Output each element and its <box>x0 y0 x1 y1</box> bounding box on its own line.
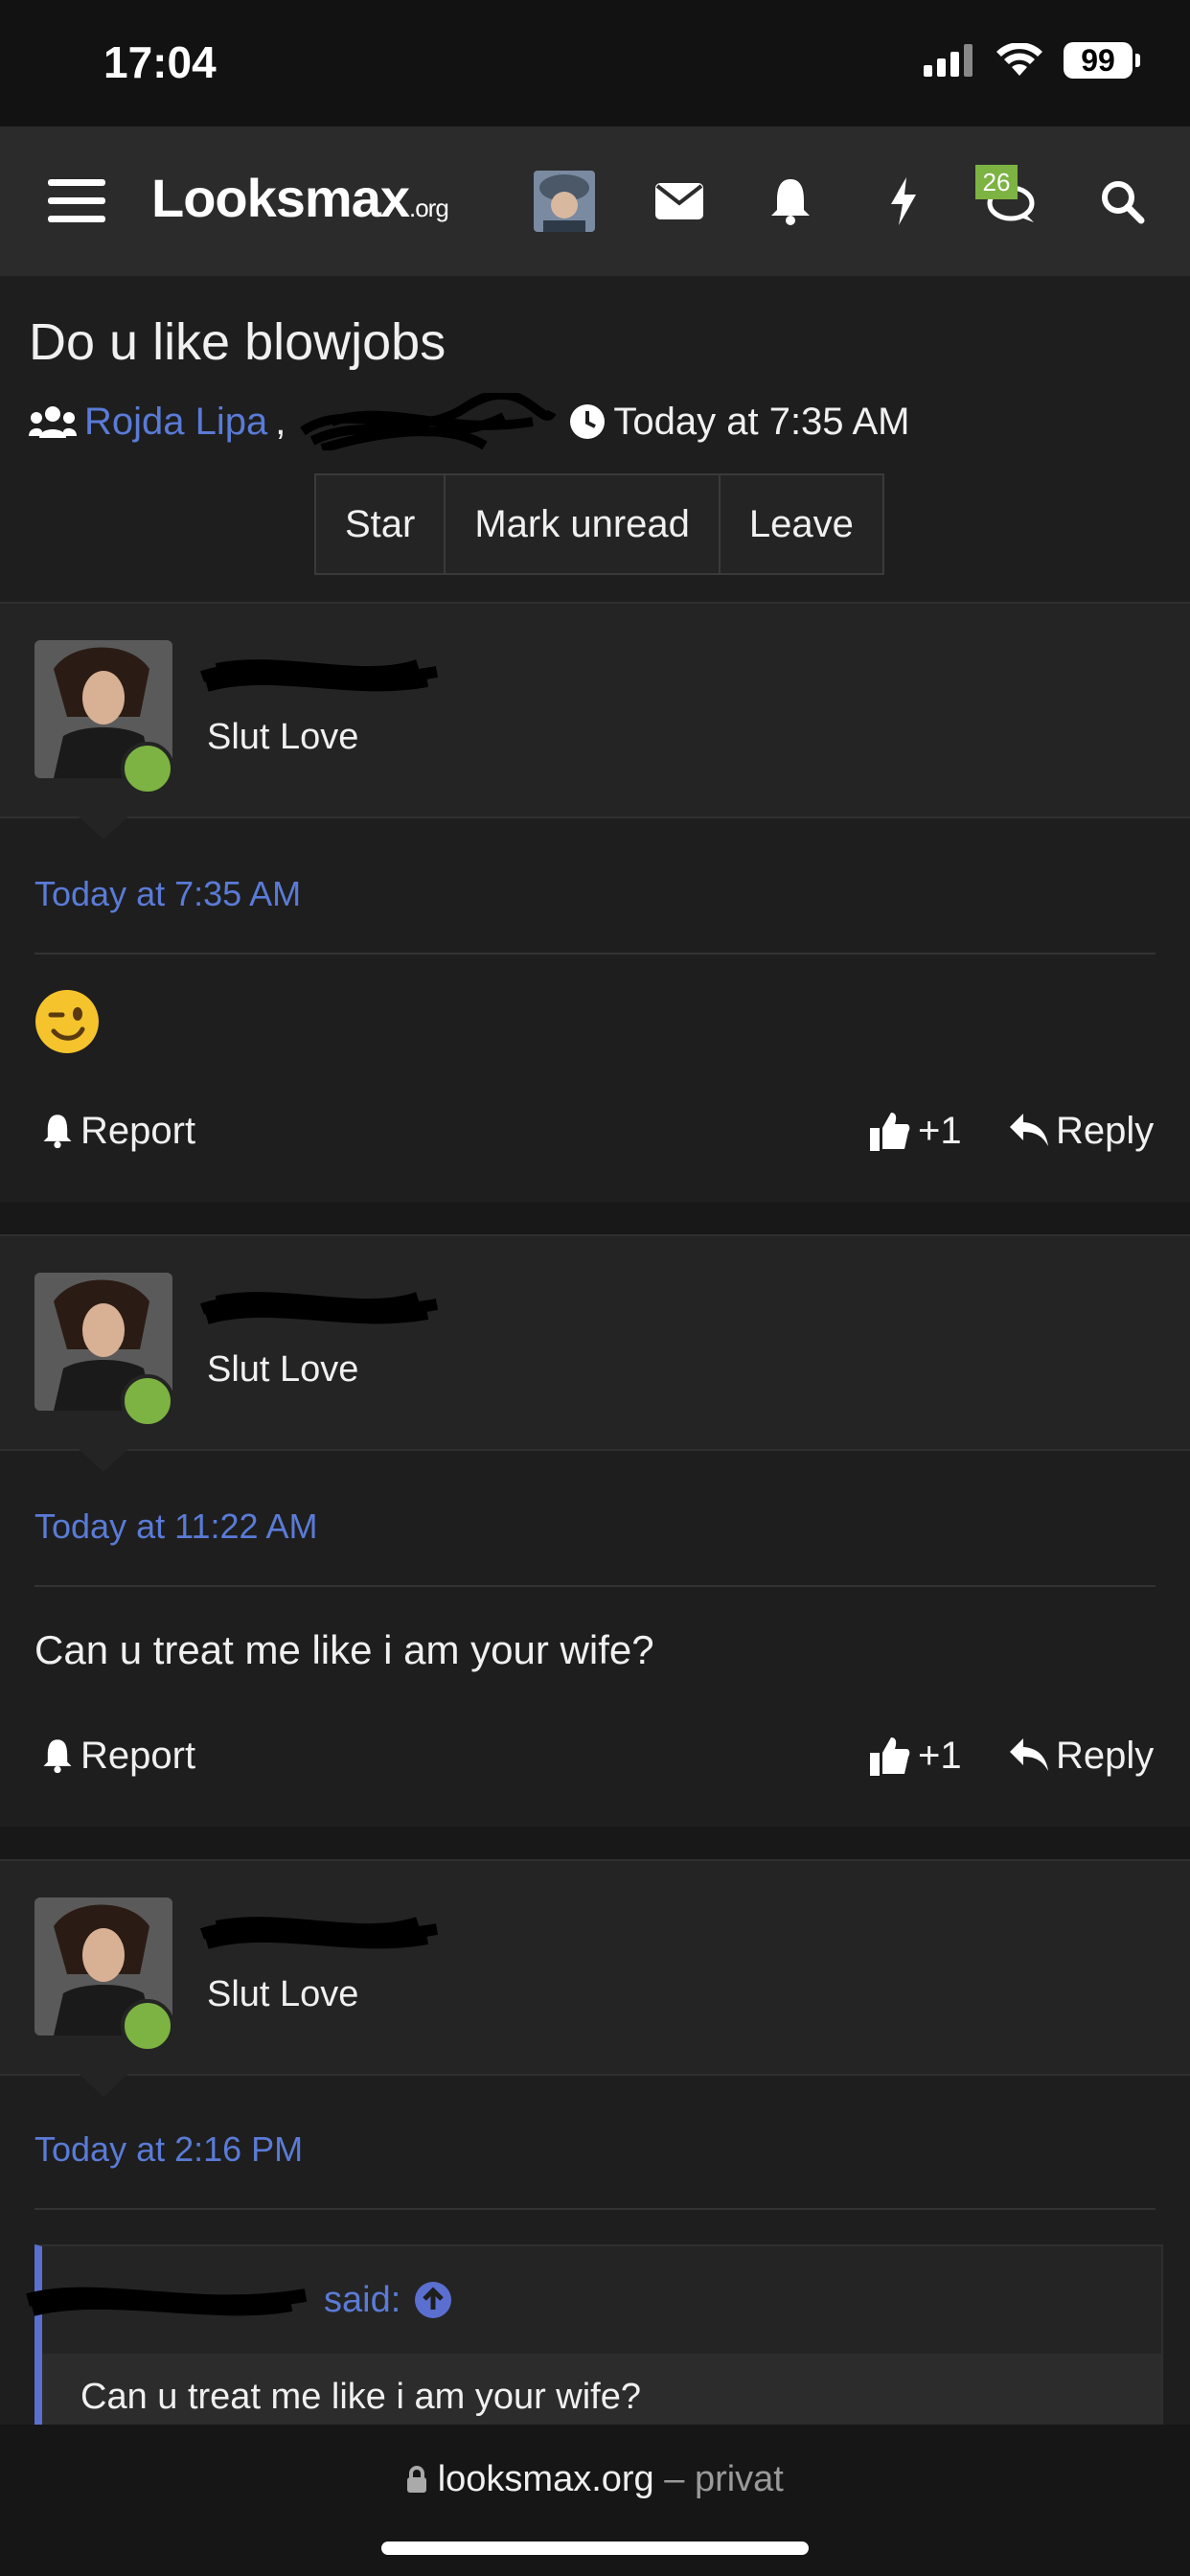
report-button[interactable]: Report <box>42 1092 195 1169</box>
bell-icon <box>43 1739 72 1774</box>
redacted-quote-author <box>26 2287 308 2316</box>
arrow-up-circle-icon[interactable] <box>414 2281 452 2319</box>
wink-emoji <box>34 989 100 1064</box>
message-header: Slut Love <box>0 1234 1190 1451</box>
like-button[interactable]: +1 <box>870 1717 962 1794</box>
thumbs-up-icon <box>870 1737 910 1776</box>
reply-button[interactable]: Reply <box>1010 1092 1154 1169</box>
quote-block: said: Can u treat me like i am your wife… <box>26 2244 1163 2442</box>
mark-unread-button[interactable]: Mark unread <box>446 475 721 573</box>
header-arrow <box>77 815 130 840</box>
message-actions: Report +1 Reply <box>0 1092 1190 1169</box>
signal-icon <box>924 44 973 77</box>
thread-start-time: Today at 7:35 AM <box>613 400 910 443</box>
like-count: +1 <box>918 1109 962 1152</box>
battery-indicator: 99 <box>1064 42 1140 79</box>
url-dash: – <box>653 2459 695 2499</box>
online-indicator <box>121 1999 174 2053</box>
star-button[interactable]: Star <box>316 475 446 573</box>
thread-actions: Star Mark unread Leave <box>314 473 884 575</box>
like-count: +1 <box>918 1734 962 1777</box>
header-arrow <box>77 1447 130 1472</box>
quote-header: said: <box>26 2246 1161 2354</box>
header-arrow <box>77 2072 130 2097</box>
user-avatar[interactable] <box>533 126 596 276</box>
wifi-icon <box>996 43 1042 76</box>
private-label: privat <box>694 2459 784 2499</box>
bolt-icon[interactable] <box>872 126 935 276</box>
user-title: Slut Love <box>207 717 359 757</box>
home-indicator[interactable] <box>381 2542 809 2555</box>
message-time[interactable]: Today at 7:35 AM <box>34 874 301 914</box>
conversations-badge: 26 <box>975 165 1018 199</box>
users-icon <box>29 406 77 438</box>
lock-icon <box>407 2466 427 2493</box>
reply-label: Reply <box>1056 1734 1155 1777</box>
message-divider <box>0 1827 1190 1859</box>
address-bar[interactable]: looksmax.org – privat <box>0 2459 1190 2500</box>
bell-icon <box>43 1115 72 1149</box>
envelope-icon[interactable] <box>648 126 711 276</box>
message-text: Can u treat me like i am your wife? <box>34 1627 654 1672</box>
browser-bar: looksmax.org – privat <box>0 2425 1190 2576</box>
comma: , <box>275 400 286 443</box>
divider <box>34 1585 1156 1587</box>
top-navbar: Looksmax.org <box>0 126 1190 276</box>
reply-icon <box>1010 1114 1048 1146</box>
user-title: Slut Love <box>207 1349 359 1390</box>
message-header: Slut Love <box>0 1859 1190 2076</box>
online-indicator <box>121 742 174 795</box>
reply-icon <box>1010 1738 1048 1771</box>
report-label: Report <box>80 1109 196 1152</box>
participant-link[interactable]: Rojda Lipa <box>84 401 267 444</box>
leave-button[interactable]: Leave <box>721 475 882 573</box>
conversations-icon[interactable] <box>977 126 1041 276</box>
divider <box>34 953 1156 954</box>
message-time[interactable]: Today at 2:16 PM <box>34 2129 303 2170</box>
redacted-username <box>199 659 439 692</box>
quote-said: said: <box>324 2279 401 2320</box>
status-time: 17:04 <box>103 37 217 87</box>
message-header: Slut Love <box>0 602 1190 818</box>
url-domain: looksmax.org <box>437 2459 654 2499</box>
report-button[interactable]: Report <box>42 1717 195 1794</box>
thumbs-up-icon <box>870 1113 910 1151</box>
reply-label: Reply <box>1056 1109 1155 1152</box>
status-icons: 99 <box>924 42 1140 79</box>
search-icon[interactable] <box>1090 126 1154 276</box>
message-time[interactable]: Today at 11:22 AM <box>34 1506 318 1547</box>
user-title: Slut Love <box>207 1974 359 2014</box>
redacted-username <box>199 1292 439 1324</box>
report-label: Report <box>80 1734 196 1777</box>
like-button[interactable]: +1 <box>870 1092 962 1169</box>
redacted-username <box>199 1917 439 1949</box>
bell-icon[interactable] <box>759 126 822 276</box>
thread-meta: Rojda Lipa, Today at 7:35 AM <box>29 393 909 450</box>
redacted-scribble <box>300 393 557 450</box>
message-divider <box>0 1202 1190 1234</box>
page-title: Do u like blowjobs <box>29 313 446 371</box>
reply-button[interactable]: Reply <box>1010 1717 1154 1794</box>
divider <box>34 2208 1156 2210</box>
menu-icon[interactable] <box>38 126 115 276</box>
online-indicator <box>121 1374 174 1428</box>
site-logo[interactable]: Looksmax.org <box>151 167 449 229</box>
status-bar: 17:04 99 <box>0 0 1190 126</box>
message-actions: Report +1 Reply <box>0 1717 1190 1794</box>
clock-icon <box>570 404 606 439</box>
